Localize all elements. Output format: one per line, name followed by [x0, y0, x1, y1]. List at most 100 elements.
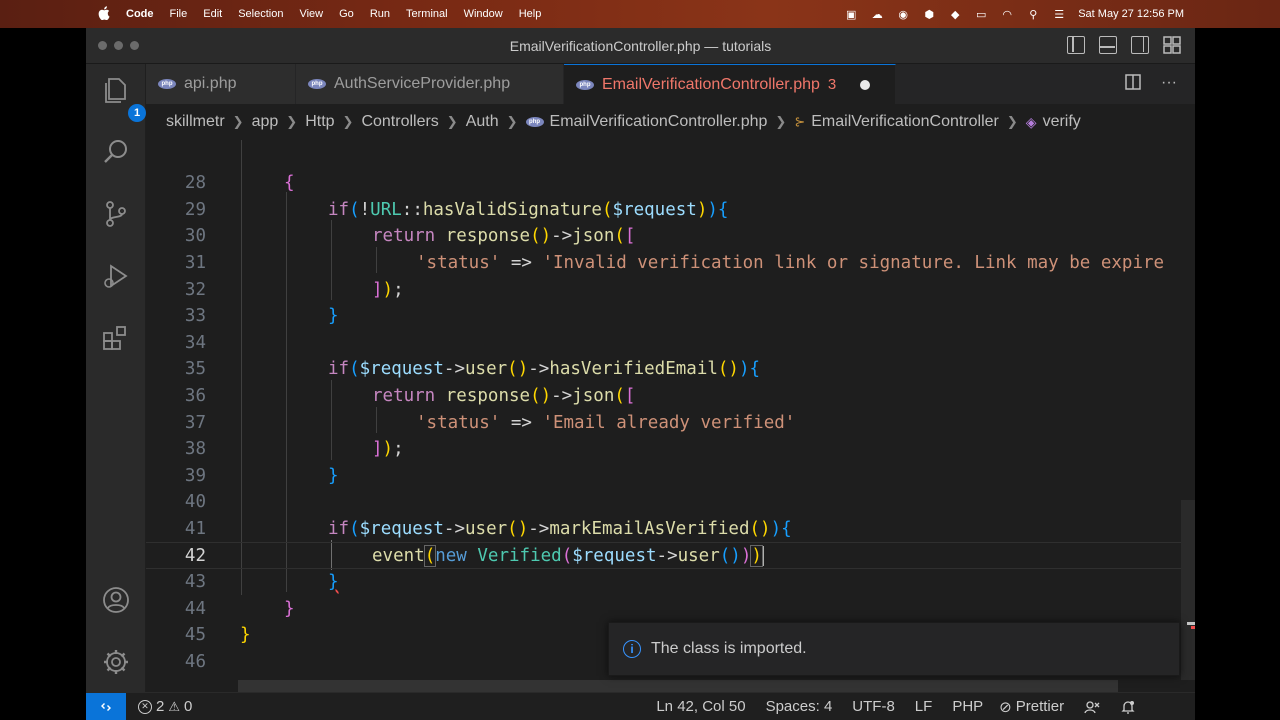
minimize-window-button[interactable] — [114, 41, 123, 50]
tab-authserviceprovider-php[interactable]: php AuthServiceProvider.php — [296, 64, 564, 104]
more-actions-icon[interactable]: ··· — [1161, 74, 1177, 95]
tab-emailverificationcontroller-php[interactable]: php EmailVerificationController.php 3 — [564, 64, 896, 104]
chevron-right-icon: ❯ — [506, 114, 518, 129]
battery-icon[interactable]: ▭ — [974, 8, 988, 21]
chevron-right-icon: ❯ — [775, 114, 787, 129]
editor-tabs: php api.php php AuthServiceProvider.php … — [146, 64, 1195, 104]
breadcrumb-item[interactable]: skillmetr — [166, 113, 225, 131]
cursor-position[interactable]: Ln 42, Col 50 — [656, 698, 745, 715]
chevron-right-icon: ❯ — [232, 114, 244, 129]
breadcrumb-item[interactable]: Auth — [466, 113, 499, 131]
line-number: 34 — [184, 332, 206, 353]
chevron-right-icon: ❯ — [446, 114, 458, 129]
encoding[interactable]: UTF-8 — [852, 698, 895, 715]
scrollbar-cursor-marker — [1187, 622, 1195, 625]
chevron-right-icon: ❯ — [342, 114, 354, 129]
php-file-icon: php — [308, 79, 326, 89]
code-line: 40 — [146, 489, 1195, 516]
breadcrumb-item[interactable]: Http — [305, 113, 334, 131]
menu-app-name[interactable]: Code — [126, 8, 154, 20]
php-file-icon: php — [158, 79, 176, 89]
language-mode[interactable]: PHP — [952, 698, 983, 715]
feedback-icon[interactable] — [1084, 699, 1100, 715]
remote-indicator-icon[interactable] — [86, 692, 126, 720]
menu-selection[interactable]: Selection — [238, 8, 283, 20]
screen-record-icon[interactable]: ▣ — [844, 8, 858, 21]
toggle-primary-sidebar-icon[interactable] — [1067, 36, 1085, 54]
indentation[interactable]: Spaces: 4 — [766, 698, 833, 715]
code-line: 43} — [146, 569, 1195, 596]
tab-api-php[interactable]: php api.php — [146, 64, 296, 104]
menu-run[interactable]: Run — [370, 8, 390, 20]
source-control-icon[interactable] — [100, 198, 132, 230]
menu-view[interactable]: View — [299, 8, 323, 20]
maximize-window-button[interactable] — [130, 41, 139, 50]
wifi-icon[interactable]: ◠ — [1000, 8, 1014, 21]
line-number: 38 — [184, 439, 206, 460]
customize-layout-icon[interactable] — [1163, 36, 1181, 54]
code-line: 35 if($request->user()->hasVerifiedEmail(… — [146, 356, 1195, 383]
prettier-status[interactable]: ⊘ Prettier — [999, 698, 1064, 716]
creative-cloud-icon[interactable]: ☁ — [870, 8, 884, 21]
code-line: 32]); — [146, 276, 1195, 303]
menu-window[interactable]: Window — [464, 8, 503, 20]
code-editor[interactable]: 28{ 29 if(!URL::hasValidSignature($reques… — [146, 140, 1195, 680]
php-file-icon: php — [576, 79, 594, 90]
search-icon[interactable] — [100, 136, 132, 168]
menu-go[interactable]: Go — [339, 8, 354, 20]
close-window-button[interactable] — [98, 41, 107, 50]
line-number: 28 — [184, 173, 206, 194]
split-editor-icon[interactable] — [1125, 74, 1141, 95]
line-number: 31 — [184, 253, 206, 274]
run-debug-icon[interactable] — [100, 260, 132, 292]
explorer-icon[interactable]: 1 — [100, 74, 146, 122]
php-file-icon: php — [525, 117, 544, 127]
breadcrumb-item[interactable]: Controllers — [361, 113, 438, 131]
line-number: 39 — [184, 465, 206, 486]
line-number: 46 — [184, 652, 206, 673]
grammarly-icon[interactable]: ◉ — [896, 8, 910, 21]
breadcrumb-item[interactable]: EmailVerificationController.php — [550, 113, 768, 131]
line-number: 33 — [184, 306, 206, 327]
breadcrumb-item[interactable]: EmailVerificationController — [811, 113, 999, 131]
problems-indicator[interactable]: ✕ 2 ⚠ 0 — [138, 698, 192, 715]
app-status-icon[interactable]: ⬢ — [922, 8, 936, 21]
code-line: 31'status' => 'Invalid verification link… — [146, 250, 1195, 277]
breadcrumb-item[interactable]: verify — [1043, 113, 1081, 131]
apple-icon[interactable] — [98, 5, 112, 23]
traffic-lights — [98, 41, 139, 50]
accounts-icon[interactable] — [100, 584, 132, 616]
line-number: 43 — [184, 572, 206, 593]
activity-bar: 1 — [86, 64, 146, 692]
code-line: 37'status' => 'Email already verified' — [146, 409, 1195, 436]
chevron-right-icon: ❯ — [286, 114, 298, 129]
menu-help[interactable]: Help — [519, 8, 542, 20]
code-line-current: 42 event(new Verified($request->user())) — [146, 542, 1195, 569]
line-number: 37 — [184, 412, 206, 433]
notifications-bell-icon[interactable] — [1120, 699, 1136, 715]
tab-label: EmailVerificationController.php — [602, 75, 820, 93]
unsaved-dot-icon[interactable] — [860, 79, 871, 90]
line-number: 41 — [184, 519, 206, 540]
menu-terminal[interactable]: Terminal — [406, 8, 448, 20]
toggle-secondary-sidebar-icon[interactable] — [1131, 36, 1149, 54]
menu-edit[interactable]: Edit — [203, 8, 222, 20]
code-line: 33} — [146, 303, 1195, 330]
control-center-icon[interactable]: ☰ — [1052, 8, 1066, 21]
breadcrumb-item[interactable]: app — [252, 113, 279, 131]
toggle-panel-icon[interactable] — [1099, 36, 1117, 54]
warning-icon: ⚠ — [168, 698, 180, 714]
extensions-icon[interactable] — [100, 322, 132, 354]
vertical-scrollbar[interactable] — [1181, 500, 1195, 680]
notification-toast[interactable]: i The class is imported. — [608, 622, 1180, 676]
menubar-datetime[interactable]: Sat May 27 12:56 PM — [1078, 8, 1184, 20]
settings-gear-icon[interactable] — [100, 646, 132, 678]
code-line: 36 return response()->json([ — [146, 383, 1195, 410]
warning-count: 0 — [184, 698, 193, 715]
end-of-line[interactable]: LF — [915, 698, 933, 715]
code-line: 41 if($request->user()->markEmailAsVerifi… — [146, 516, 1195, 543]
menu-file[interactable]: File — [170, 8, 188, 20]
bird-icon[interactable]: ◆ — [948, 8, 962, 21]
horizontal-scrollbar[interactable] — [238, 680, 1118, 692]
spotlight-search-icon[interactable]: ⚲ — [1026, 8, 1040, 21]
